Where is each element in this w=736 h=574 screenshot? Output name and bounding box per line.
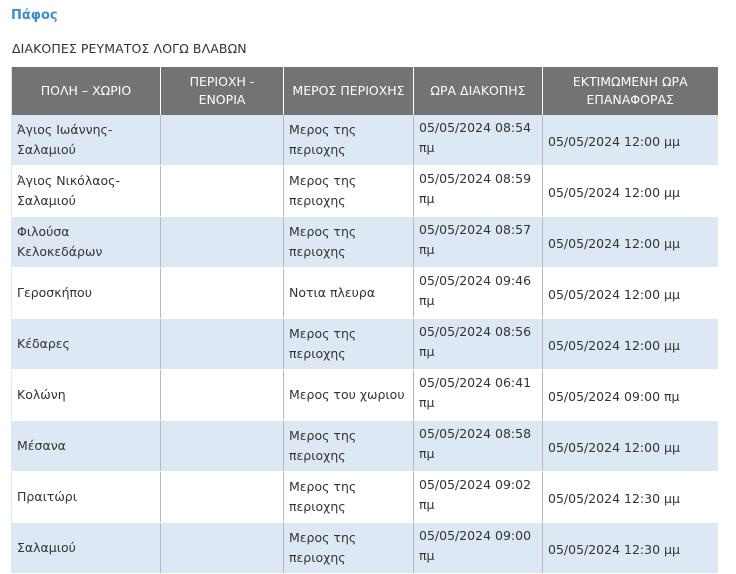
table-row: Γεροσκήπου Νοτια πλευρα 05/05/2024 09:46… xyxy=(11,267,718,319)
cell-city: Κολώνη xyxy=(11,369,161,421)
cell-restore-time: 05/05/2024 12:30 μμ xyxy=(542,522,718,574)
cell-restore-time: 05/05/2024 09:00 πμ xyxy=(542,369,718,421)
cell-city: Γεροσκήπου xyxy=(11,267,161,319)
cell-part: Μερος της περιοχης xyxy=(283,165,414,217)
table-row: Κέδαρες Μερος της περιοχης 05/05/2024 08… xyxy=(11,318,718,370)
cell-part: Μερος της περιοχης xyxy=(283,522,414,574)
cell-restore-time: 05/05/2024 12:00 μμ xyxy=(542,267,718,319)
cell-city: Φιλούσα Κελοκεδάρων xyxy=(11,216,161,268)
table-row: Πραιτώρι Μερος της περιοχης 05/05/2024 0… xyxy=(11,471,718,523)
cell-restore-time: 05/05/2024 12:30 μμ xyxy=(542,471,718,523)
cell-outage-time: 05/05/2024 08:57 πμ xyxy=(413,216,543,268)
cell-area xyxy=(160,115,284,166)
cell-city: Μέσανα xyxy=(11,420,161,472)
cell-city: Άγιος Ιωάννης-Σαλαμιού xyxy=(11,115,161,166)
table-row: Σαλαμιού Μερος της περιοχης 05/05/2024 0… xyxy=(11,522,718,574)
cell-area xyxy=(160,471,284,523)
cell-outage-time: 05/05/2024 08:59 πμ xyxy=(413,165,543,217)
cell-part: Μερος της περιοχης xyxy=(283,318,414,370)
cell-area xyxy=(160,369,284,421)
table-header-row: ΠΟΛΗ – ΧΩΡΙΟ ΠΕΡΙΟΧΗ - ΕΝΟΡΙΑ ΜΕΡΟΣ ΠΕΡΙ… xyxy=(11,67,718,115)
header-outage-time: ΩΡΑ ΔΙΑΚΟΠΗΣ xyxy=(413,67,543,115)
region-link[interactable]: Πάφος xyxy=(11,8,58,23)
header-area: ΠΕΡΙΟΧΗ - ΕΝΟΡΙΑ xyxy=(160,67,284,115)
cell-area xyxy=(160,522,284,574)
cell-part: Μερος της περιοχης xyxy=(283,115,414,166)
header-city: ΠΟΛΗ – ΧΩΡΙΟ xyxy=(11,67,161,115)
cell-restore-time: 05/05/2024 12:00 μμ xyxy=(542,216,718,268)
cell-area xyxy=(160,318,284,370)
cell-restore-time: 05/05/2024 12:00 μμ xyxy=(542,318,718,370)
header-restore-time: ΕΚΤΙΜΩΜΕΝΗ ΩΡΑ ΕΠΑΝΑΦΟΡΑΣ xyxy=(542,67,718,115)
cell-outage-time: 05/05/2024 09:46 πμ xyxy=(413,267,543,319)
cell-restore-time: 05/05/2024 12:00 μμ xyxy=(542,420,718,472)
page-subtitle: ΔΙΑΚΟΠΕΣ ΡΕΥΜΑΤΟΣ ΛΟΓΩ ΒΛΑΒΩΝ xyxy=(12,41,247,56)
cell-outage-time: 05/05/2024 06:41 πμ xyxy=(413,369,543,421)
cell-city: Κέδαρες xyxy=(11,318,161,370)
outages-table: ΠΟΛΗ – ΧΩΡΙΟ ΠΕΡΙΟΧΗ - ΕΝΟΡΙΑ ΜΕΡΟΣ ΠΕΡΙ… xyxy=(11,67,718,574)
cell-city: Σαλαμιού xyxy=(11,522,161,574)
cell-outage-time: 05/05/2024 08:56 πμ xyxy=(413,318,543,370)
table-row: Άγιος Νικόλαος-Σαλαμιού Μερος της περιοχ… xyxy=(11,165,718,217)
cell-area xyxy=(160,420,284,472)
table-row: Κολώνη Μερος του χωριου 05/05/2024 06:41… xyxy=(11,369,718,421)
cell-restore-time: 05/05/2024 12:00 μμ xyxy=(542,115,718,166)
cell-outage-time: 05/05/2024 08:54 πμ xyxy=(413,115,543,166)
cell-restore-time: 05/05/2024 12:00 μμ xyxy=(542,165,718,217)
header-part: ΜΕΡΟΣ ΠΕΡΙΟΧΗΣ xyxy=(283,67,414,115)
cell-part: Μερος του χωριου xyxy=(283,369,414,421)
table-row: Άγιος Ιωάννης-Σαλαμιού Μερος της περιοχη… xyxy=(11,115,718,166)
cell-outage-time: 05/05/2024 09:02 πμ xyxy=(413,471,543,523)
cell-part: Νοτια πλευρα xyxy=(283,267,414,319)
cell-part: Μερος της περιοχης xyxy=(283,420,414,472)
cell-part: Μερος της περιοχης xyxy=(283,216,414,268)
cell-outage-time: 05/05/2024 08:58 πμ xyxy=(413,420,543,472)
cell-area xyxy=(160,267,284,319)
cell-city: Πραιτώρι xyxy=(11,471,161,523)
table-row: Φιλούσα Κελοκεδάρων Μερος της περιοχης 0… xyxy=(11,216,718,268)
table-row: Μέσανα Μερος της περιοχης 05/05/2024 08:… xyxy=(11,420,718,472)
cell-city: Άγιος Νικόλαος-Σαλαμιού xyxy=(11,165,161,217)
cell-part: Μερος της περιοχης xyxy=(283,471,414,523)
cell-area xyxy=(160,165,284,217)
cell-outage-time: 05/05/2024 09:00 πμ xyxy=(413,522,543,574)
cell-area xyxy=(160,216,284,268)
